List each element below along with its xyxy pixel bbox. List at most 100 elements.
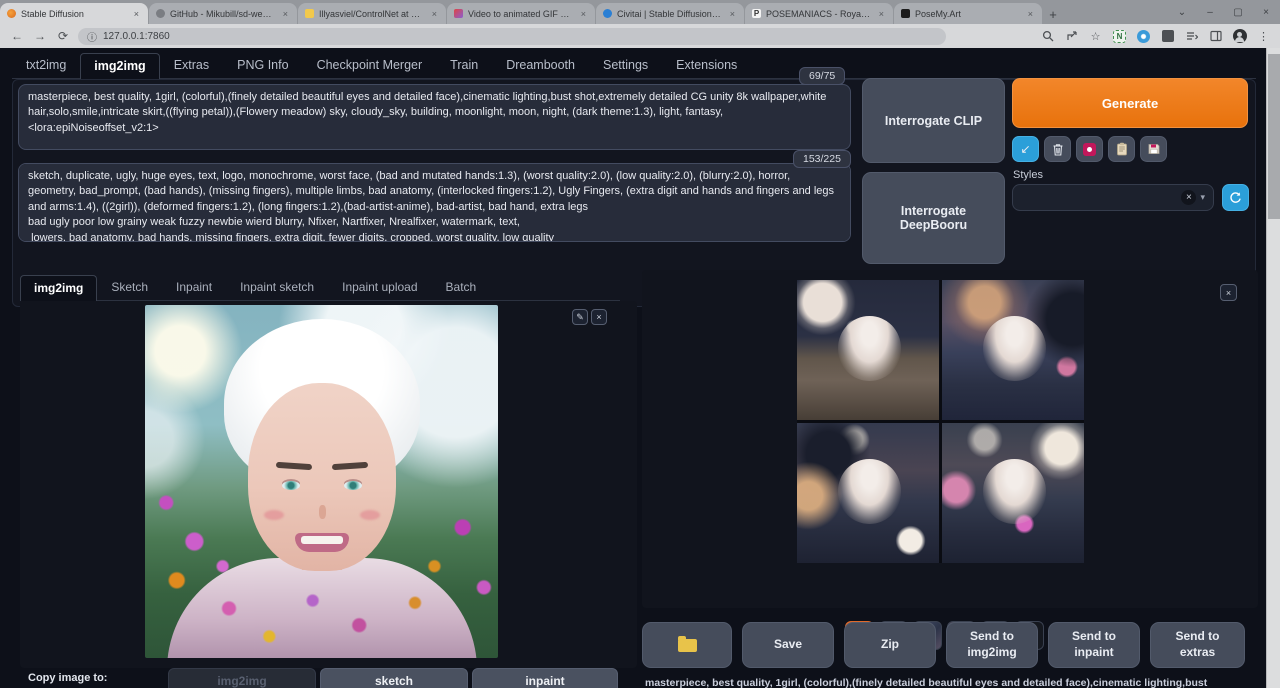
site-info-icon[interactable]: ⓘ [87, 29, 97, 44]
portrait-nose [319, 505, 326, 519]
sidebar-icon[interactable] [1208, 29, 1223, 44]
back-button[interactable]: ← [9, 29, 25, 43]
tab-dreambooth[interactable]: Dreambooth [492, 52, 589, 78]
apply-style-button[interactable] [1108, 136, 1135, 162]
gallery-image-3[interactable] [797, 423, 939, 563]
save-button[interactable]: Save [742, 622, 834, 668]
figure [838, 459, 900, 523]
portrait-eye [344, 481, 362, 490]
negative-prompt-textarea[interactable]: sketch, duplicate, ugly, huge eyes, text… [18, 163, 851, 242]
tab-title: POSEMANIACS - Royalty free 3 [766, 9, 872, 19]
browser-tab-gif-converter[interactable]: Video to animated GIF converter × [447, 3, 595, 24]
tab-close-icon[interactable]: × [430, 9, 439, 19]
maximize-button[interactable]: ▢ [1224, 0, 1252, 24]
source-image-portrait[interactable] [145, 305, 498, 658]
screen: Stable Diffusion × GitHub - Mikubill/sd-… [0, 0, 1280, 688]
send-to-img2img-button[interactable]: Send to img2img [946, 622, 1038, 668]
browser-tabstrip: Stable Diffusion × GitHub - Mikubill/sd-… [0, 0, 1280, 24]
tab-close-icon[interactable]: × [728, 9, 737, 19]
gallery-image-2[interactable] [942, 280, 1084, 420]
tab-extensions[interactable]: Extensions [662, 52, 751, 78]
scrollbar-thumb[interactable] [1268, 54, 1280, 219]
civitai-favicon [603, 9, 612, 18]
browser-tab-posemyart[interactable]: PoseMy.Art × [894, 3, 1042, 24]
extra-networks-button[interactable] [1076, 136, 1103, 162]
clear-prompt-button[interactable] [1044, 136, 1071, 162]
tab-train[interactable]: Train [436, 52, 492, 78]
mode-tab-batch[interactable]: Batch [432, 274, 491, 300]
browser-menu-icon[interactable]: ⋮ [1256, 29, 1271, 44]
mode-tab-img2img[interactable]: img2img [20, 275, 97, 301]
gallery-image-grid[interactable] [797, 280, 1084, 563]
portrait-mouth [295, 533, 349, 552]
tab-txt2img[interactable]: txt2img [12, 52, 80, 78]
mode-tab-inpaint-upload[interactable]: Inpaint upload [328, 274, 431, 300]
tab-settings[interactable]: Settings [589, 52, 662, 78]
browser-tab-github[interactable]: GitHub - Mikubill/sd-webui-con × [149, 3, 297, 24]
gallery-image-4[interactable] [942, 423, 1084, 563]
tab-list-icon[interactable] [1184, 29, 1199, 44]
tab-checkpoint-merger[interactable]: Checkpoint Merger [303, 52, 437, 78]
tab-close-icon[interactable]: × [877, 9, 886, 19]
tab-extras[interactable]: Extras [160, 52, 223, 78]
read-parameters-button[interactable]: ↙ [1012, 136, 1039, 162]
browser-tab-civitai[interactable]: Civitai | Stable Diffusion model × [596, 3, 744, 24]
extensions-puzzle-icon[interactable] [1160, 29, 1175, 44]
tab-close-icon[interactable]: × [281, 9, 290, 19]
browser-toolbar: ← → ⟳ ⓘ 127.0.0.1:7860 ☆ N ⋮ [0, 24, 1280, 48]
copy-to-sketch-button[interactable]: sketch [320, 668, 468, 688]
tab-close-icon[interactable]: × [579, 9, 588, 19]
stable-diffusion-favicon [7, 9, 16, 18]
zoom-icon[interactable] [1040, 29, 1055, 44]
zip-button[interactable]: Zip [844, 622, 936, 668]
send-to-inpaint-button[interactable]: Send to inpaint [1048, 622, 1140, 668]
refresh-styles-button[interactable] [1222, 184, 1249, 211]
gallery-image-1[interactable] [797, 280, 939, 420]
tab-close-icon[interactable]: × [1026, 9, 1035, 19]
browser-tab-controlnet[interactable]: Illyasviel/ControlNet at main × [298, 3, 446, 24]
browser-tab-stable-diffusion[interactable]: Stable Diffusion × [0, 3, 148, 24]
interrogate-clip-button[interactable]: Interrogate CLIP [862, 78, 1005, 163]
tab-title: Video to animated GIF converter [468, 9, 574, 19]
figure [983, 459, 1045, 523]
styles-dropdown[interactable]: × ▾ [1012, 184, 1214, 211]
styles-clear-icon[interactable]: × [1181, 190, 1196, 205]
gallery-close-button[interactable]: × [1220, 284, 1237, 301]
arrow-icon: ↙ [1020, 142, 1030, 156]
address-bar[interactable]: ⓘ 127.0.0.1:7860 [78, 28, 946, 45]
send-to-extras-button[interactable]: Send to extras [1150, 622, 1245, 668]
edit-image-button[interactable]: ✎ [572, 309, 588, 325]
extension-blue-icon[interactable] [1136, 29, 1151, 44]
interrogate-deepbooru-button[interactable]: Interrogate DeepBooru [862, 172, 1005, 264]
close-window-button[interactable]: × [1252, 0, 1280, 24]
tab-search-chevron-icon[interactable]: ⌄ [1168, 0, 1196, 24]
tab-png-info[interactable]: PNG Info [223, 52, 302, 78]
img2img-mode-tabs: img2img Sketch Inpaint Inpaint sketch In… [20, 274, 620, 301]
gif-converter-favicon [454, 9, 463, 18]
page-scrollbar[interactable] [1266, 48, 1280, 688]
chevron-down-icon: ▾ [1200, 192, 1205, 203]
tab-img2img[interactable]: img2img [80, 53, 159, 79]
mode-tab-inpaint[interactable]: Inpaint [162, 274, 226, 300]
share-icon[interactable] [1064, 29, 1079, 44]
prompt-textarea[interactable]: masterpiece, best quality, 1girl, (color… [18, 84, 851, 150]
reload-button[interactable]: ⟳ [55, 29, 71, 43]
extension-n-icon[interactable]: N [1112, 29, 1127, 44]
new-tab-button[interactable]: + [1043, 4, 1063, 24]
open-folder-button[interactable] [642, 622, 732, 668]
mode-tab-sketch[interactable]: Sketch [97, 274, 162, 300]
save-style-button[interactable] [1140, 136, 1167, 162]
copy-to-inpaint-button[interactable]: inpaint [472, 668, 618, 688]
mode-tab-inpaint-sketch[interactable]: Inpaint sketch [226, 274, 328, 300]
browser-tab-posemaniacs[interactable]: P POSEMANIACS - Royalty free 3 × [745, 3, 893, 24]
tab-close-icon[interactable]: × [132, 9, 141, 19]
minimize-button[interactable]: – [1196, 0, 1224, 24]
portrait-eye [282, 481, 300, 490]
url-text: 127.0.0.1:7860 [103, 31, 170, 42]
figure [838, 316, 900, 380]
profile-avatar[interactable] [1232, 29, 1247, 44]
bookmark-star-icon[interactable]: ☆ [1088, 29, 1103, 44]
forward-button[interactable]: → [32, 29, 48, 43]
generate-button[interactable]: Generate [1012, 78, 1248, 128]
remove-image-button[interactable]: × [591, 309, 607, 325]
